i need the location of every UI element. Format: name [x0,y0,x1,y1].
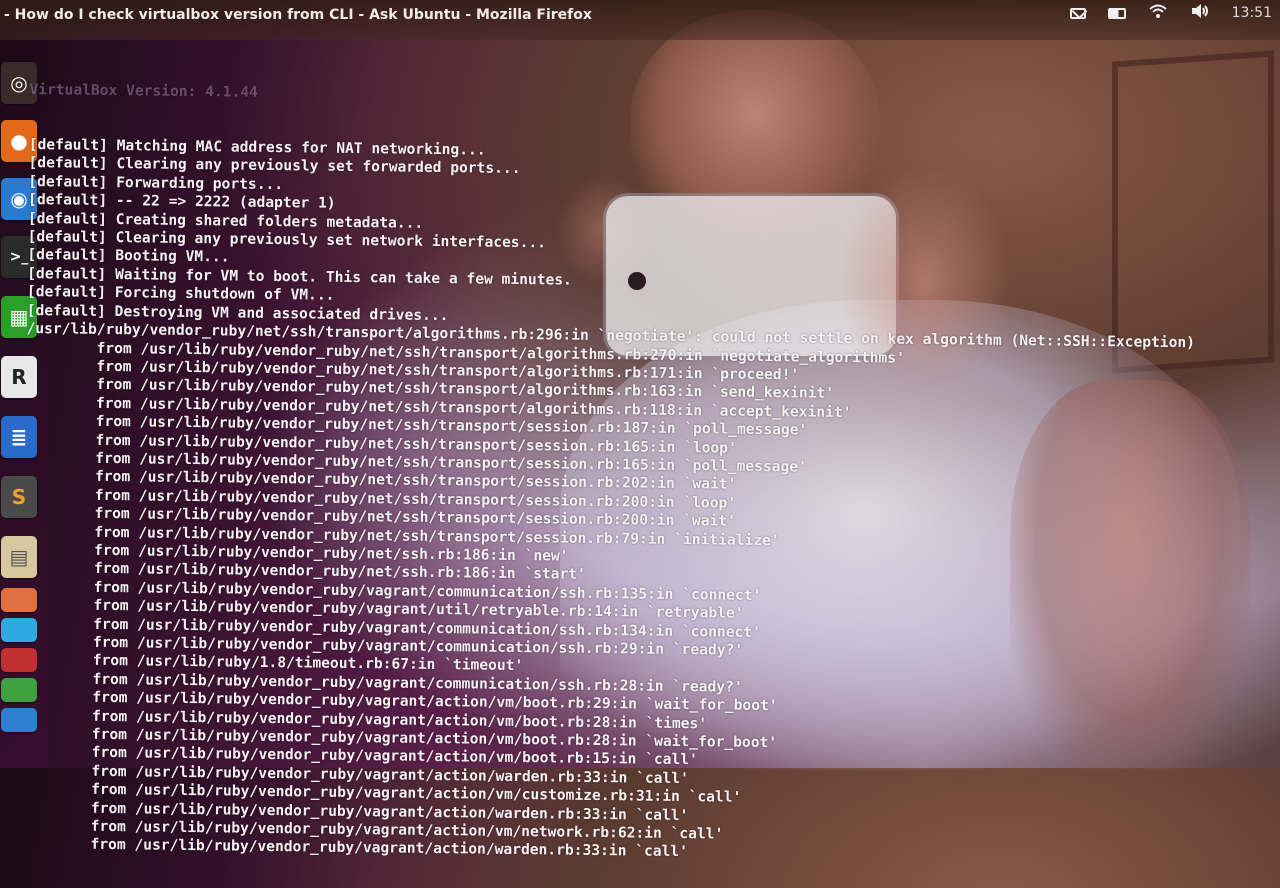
battery-icon[interactable] [1107,7,1126,19]
launcher-glyph: ◉ [10,187,28,211]
launcher-glyph: >_ [9,249,29,265]
launcher-glyph: ● [10,129,28,153]
mail-icon[interactable] [1069,7,1086,19]
indicator-area: 13:51 [1069,3,1272,23]
clock[interactable]: 13:51 [1232,5,1272,21]
wifi-icon[interactable] [1148,3,1168,23]
launcher-glyph: ◎ [10,71,28,95]
virtualbox-version-line: VirtualBox Version: 4.1.44 [29,80,258,101]
volume-icon[interactable] [1190,3,1210,23]
terminal-output[interactable]: VirtualBox Version: 4.1.44 [default] Mat… [20,44,1280,887]
top-panel: - How do I check virtualbox version from… [0,0,1280,40]
window-title: - How do I check virtualbox version from… [4,7,592,23]
terminal-lines: [default] Matching MAC address for NAT n… [20,136,1279,869]
launcher-glyph: R [11,365,27,389]
